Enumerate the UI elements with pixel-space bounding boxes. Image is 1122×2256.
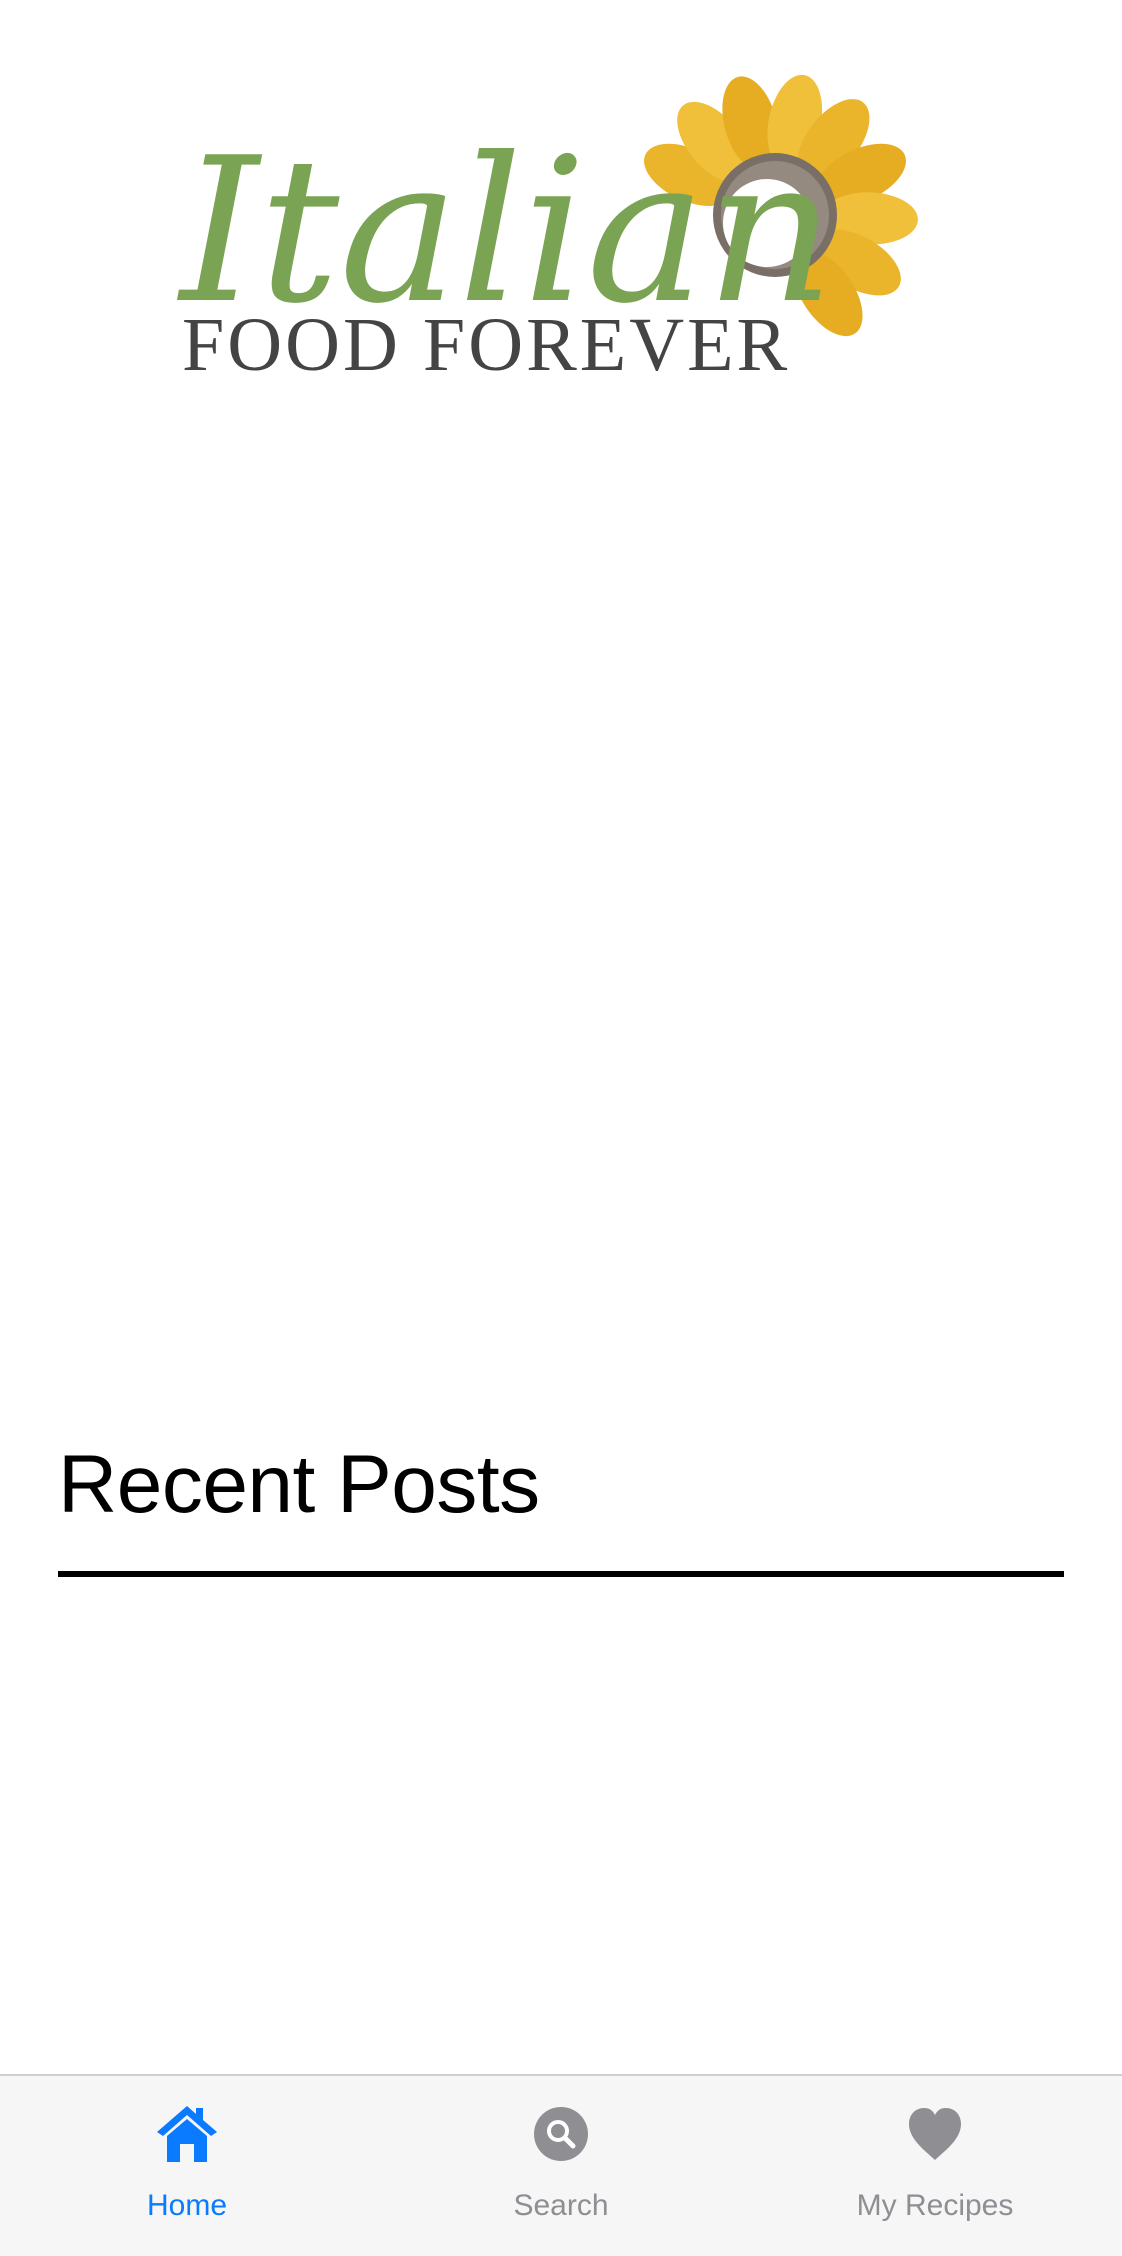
heart-icon bbox=[903, 2102, 967, 2166]
section-title: Recent Posts bbox=[58, 1439, 540, 1530]
tab-bar: Home Search My Recipes bbox=[0, 2074, 1122, 2256]
tab-search[interactable]: Search bbox=[374, 2076, 748, 2256]
home-icon bbox=[155, 2102, 219, 2166]
section-divider bbox=[58, 1571, 1064, 1577]
logo-subtitle: FOOD FOREVER bbox=[182, 303, 790, 387]
tab-my-recipes[interactable]: My Recipes bbox=[748, 2076, 1122, 2256]
tab-home-label: Home bbox=[146, 2189, 228, 2222]
tab-home[interactable]: Home bbox=[0, 2076, 374, 2256]
tab-my-recipes-label: My Recipes bbox=[856, 2189, 1014, 2222]
search-icon bbox=[529, 2102, 593, 2166]
site-logo: Italian FOOD FOREVER bbox=[170, 60, 950, 440]
tab-search-label: Search bbox=[513, 2189, 609, 2222]
